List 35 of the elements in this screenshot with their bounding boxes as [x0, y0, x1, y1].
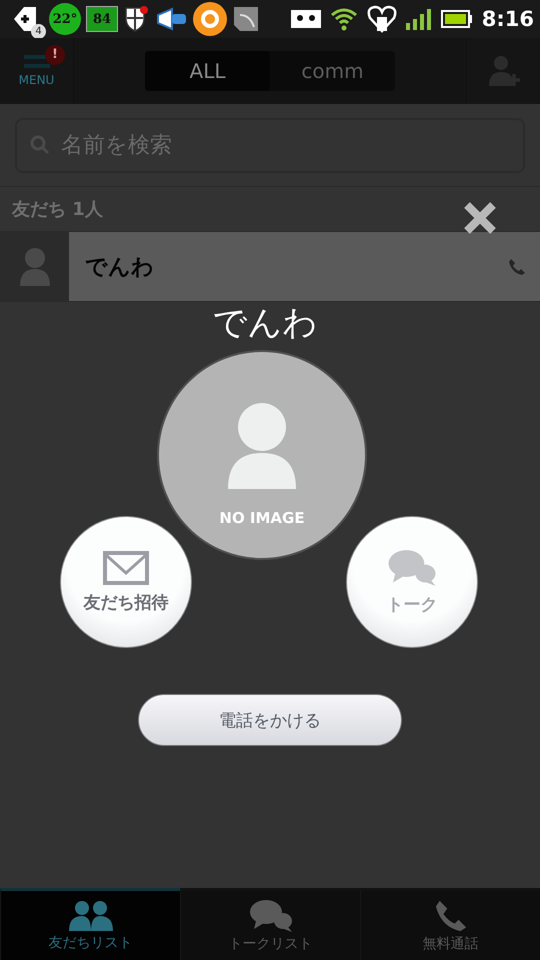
phone-icon	[508, 258, 526, 276]
clock-time: 8:16	[482, 7, 534, 31]
contact-name: でんわ	[212, 302, 318, 345]
temperature-badge: 22°	[49, 3, 81, 35]
shield-icon	[123, 5, 149, 33]
megaphone-icon	[154, 6, 188, 32]
envelope-icon	[103, 550, 149, 584]
wifi-icon	[330, 7, 358, 31]
friend-row[interactable]: でんわ	[0, 232, 540, 302]
person-silhouette-icon	[226, 403, 298, 491]
alert-badge: !	[45, 45, 65, 65]
no-image-caption: NO IMAGE	[219, 509, 305, 527]
battery-widget: 84	[86, 6, 118, 32]
people-icon	[68, 900, 114, 932]
add-person-icon	[486, 54, 520, 88]
note-icon	[232, 5, 260, 33]
friend-name: でんわ	[85, 254, 155, 282]
phone-icon	[434, 898, 468, 932]
filter-tab[interactable]: ALL	[145, 51, 270, 91]
filter-tab[interactable]: comm	[270, 51, 395, 91]
signal-icon	[406, 8, 432, 30]
avatar-icon	[18, 246, 50, 286]
call-button[interactable]: 電話をかける	[138, 694, 402, 746]
search-icon	[30, 135, 50, 155]
app-circle-icon	[193, 2, 227, 36]
bottom-tab[interactable]: 無料通話	[360, 888, 540, 960]
bottom-tab[interactable]: トークリスト	[180, 888, 360, 960]
heart-icon	[366, 5, 397, 33]
menu-icon	[24, 55, 50, 71]
battery-icon	[440, 10, 473, 28]
bottom-tab[interactable]: 友だちリスト	[0, 888, 180, 960]
chat-bubbles-icon	[248, 898, 294, 932]
invite-button[interactable]: 友だち招待	[60, 516, 192, 648]
close-icon[interactable]	[462, 200, 498, 236]
voicemail-icon	[290, 10, 321, 28]
